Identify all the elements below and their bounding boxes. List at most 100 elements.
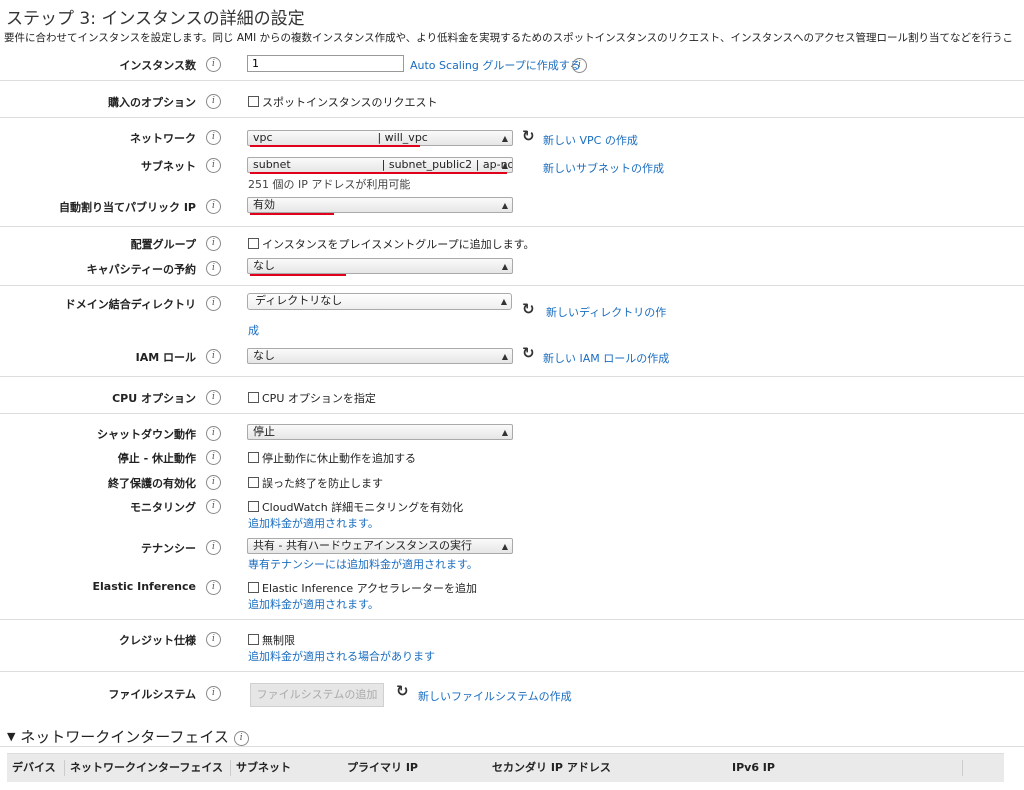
- checkbox-icon[interactable]: [248, 477, 259, 488]
- tenancy-charge-note[interactable]: 専有テナンシーには追加料金が適用されます。: [248, 556, 478, 572]
- checkbox-icon[interactable]: [248, 501, 259, 512]
- page-description: 要件に合わせてインスタンスを設定します。同じ AMI からの複数インスタンス作成…: [4, 32, 1014, 44]
- tenancy-select[interactable]: 共有 - 共有ハードウェアインスタンスの実行 ▲: [247, 538, 513, 554]
- create-directory-link-wrap[interactable]: 成: [248, 322, 259, 338]
- info-icon[interactable]: i: [233, 731, 249, 746]
- create-iam-role-link[interactable]: 新しい IAM ロールの作成: [543, 350, 669, 366]
- page-title: ステップ 3: インスタンスの詳細の設定: [6, 9, 305, 29]
- info-icon[interactable]: i: [206, 261, 221, 276]
- subnet-select[interactable]: subnet | subnet_public2 | ap-north ▲: [247, 157, 513, 173]
- shutdown-select[interactable]: 停止 ▲: [247, 424, 513, 440]
- monitoring-checkbox[interactable]: CloudWatch 詳細モニタリングを有効化: [248, 499, 463, 515]
- column-header-ipv6: IPv6 IP: [732, 761, 775, 774]
- column-header-subnet: サブネット: [236, 761, 291, 774]
- hibernate-checkbox[interactable]: 停止動作に休止動作を追加する: [248, 450, 416, 466]
- divider: [0, 413, 1024, 414]
- info-icon[interactable]: i: [206, 158, 221, 173]
- label-public-ip: 自動割り当てパブリック IP: [59, 201, 196, 214]
- elastic-inference-checkbox[interactable]: Elastic Inference アクセラレーターを追加: [248, 580, 477, 596]
- select-arrow-icon: ▲: [501, 161, 508, 170]
- divider: [0, 117, 1024, 118]
- caret-down-icon[interactable]: ▼: [7, 730, 15, 743]
- info-icon[interactable]: i: [206, 296, 221, 311]
- label-purchase-option: 購入のオプション: [108, 96, 196, 109]
- label-termination-protection: 終了保護の有効化: [108, 477, 196, 490]
- label-file-system: ファイルシステム: [108, 688, 196, 701]
- network-interfaces-section[interactable]: ▼ ネットワークインターフェイス i: [7, 726, 249, 748]
- info-icon[interactable]: i: [206, 199, 221, 214]
- info-icon[interactable]: i: [206, 580, 221, 595]
- checkbox-icon[interactable]: [248, 392, 259, 403]
- info-icon[interactable]: i: [206, 349, 221, 364]
- public-ip-select[interactable]: 有効 ▲: [247, 197, 513, 213]
- info-icon[interactable]: i: [572, 58, 587, 73]
- info-icon[interactable]: i: [206, 499, 221, 514]
- info-icon[interactable]: i: [206, 540, 221, 555]
- label-shutdown-behavior: シャットダウン動作: [97, 428, 196, 441]
- section-title: ネットワークインターフェイス: [20, 728, 229, 746]
- checkbox-icon[interactable]: [248, 452, 259, 463]
- column-header-primary-ip: プライマリ IP: [347, 761, 418, 774]
- label-elastic-inference: Elastic Inference: [92, 580, 196, 593]
- refresh-icon[interactable]: ↻: [522, 344, 535, 362]
- info-icon[interactable]: i: [206, 130, 221, 145]
- refresh-icon[interactable]: ↻: [522, 127, 535, 145]
- divider: [0, 226, 1024, 227]
- capacity-select[interactable]: なし ▲: [247, 258, 513, 274]
- red-annotation-underline: [250, 213, 334, 215]
- column-divider: [64, 760, 65, 776]
- divider: [0, 376, 1024, 377]
- refresh-icon[interactable]: ↻: [396, 682, 409, 700]
- checkbox-icon[interactable]: [248, 634, 259, 645]
- checkbox-icon[interactable]: [248, 238, 259, 249]
- label-tenancy: テナンシー: [141, 542, 196, 555]
- label-network: ネットワーク: [130, 132, 196, 145]
- add-file-system-button[interactable]: ファイルシステムの追加: [250, 683, 384, 707]
- domain-directory-select[interactable]: ディレクトリなし ▲: [247, 293, 512, 310]
- credit-charge-note[interactable]: 追加料金が適用される場合があります: [248, 648, 435, 664]
- create-subnet-link[interactable]: 新しいサブネットの作成: [543, 160, 664, 176]
- info-icon[interactable]: i: [206, 236, 221, 251]
- select-arrow-icon: ▲: [501, 262, 508, 271]
- column-header-network-interface: ネットワークインターフェイス: [70, 761, 224, 774]
- placement-group-checkbox[interactable]: インスタンスをプレイスメントグループに追加します。: [248, 236, 534, 252]
- network-select[interactable]: vpc | will_vpc ▲: [247, 130, 513, 146]
- label-monitoring: モニタリング: [130, 501, 196, 514]
- auto-scaling-link[interactable]: Auto Scaling グループに作成する: [410, 57, 581, 73]
- info-icon[interactable]: i: [206, 57, 221, 72]
- instance-count-input[interactable]: [247, 55, 404, 72]
- column-divider: [230, 760, 231, 776]
- create-directory-link[interactable]: 新しいディレクトリの作: [546, 304, 666, 320]
- iam-role-select[interactable]: なし ▲: [247, 348, 513, 364]
- red-annotation-underline: [250, 172, 507, 174]
- refresh-icon[interactable]: ↻: [522, 300, 535, 318]
- create-vpc-link[interactable]: 新しい VPC の作成: [543, 132, 638, 148]
- divider: [0, 671, 1024, 672]
- unlimited-checkbox[interactable]: 無制限: [248, 632, 295, 648]
- checkbox-icon[interactable]: [248, 582, 259, 593]
- elastic-charge-note[interactable]: 追加料金が適用されます。: [248, 596, 379, 612]
- label-placement-group: 配置グループ: [130, 238, 196, 251]
- info-icon[interactable]: i: [206, 632, 221, 647]
- spot-instance-checkbox[interactable]: スポットインスタンスのリクエスト: [248, 94, 438, 110]
- create-file-system-link[interactable]: 新しいファイルシステムの作成: [418, 688, 572, 704]
- info-icon[interactable]: i: [206, 426, 221, 441]
- info-icon[interactable]: i: [206, 450, 221, 465]
- termination-checkbox[interactable]: 誤った終了を防止します: [248, 475, 383, 491]
- info-icon[interactable]: i: [206, 475, 221, 490]
- info-icon[interactable]: i: [206, 686, 221, 701]
- checkbox-icon[interactable]: [248, 96, 259, 107]
- cpu-options-checkbox[interactable]: CPU オプションを指定: [248, 390, 376, 406]
- info-icon[interactable]: i: [206, 94, 221, 109]
- label-iam-role: IAM ロール: [135, 351, 196, 364]
- select-arrow-icon: ▲: [501, 542, 508, 551]
- select-arrow-icon: ▲: [501, 201, 508, 210]
- info-icon[interactable]: i: [206, 390, 221, 405]
- divider: [0, 746, 1024, 747]
- monitoring-charge-note[interactable]: 追加料金が適用されます。: [248, 515, 379, 531]
- select-arrow-icon: ▲: [500, 297, 507, 306]
- select-arrow-icon: ▲: [501, 352, 508, 361]
- label-credit-specification: クレジット仕様: [119, 634, 196, 647]
- label-subnet: サブネット: [141, 160, 196, 173]
- subnet-available-ips: 251 個の IP アドレスが利用可能: [248, 178, 411, 191]
